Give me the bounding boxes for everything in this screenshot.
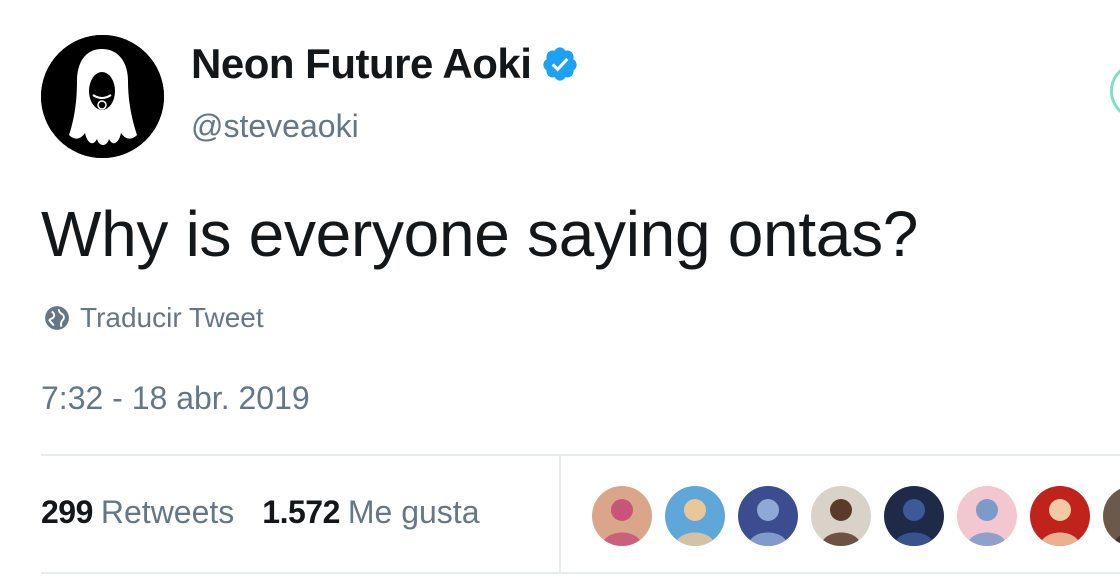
- translate-tweet-link[interactable]: Traducir Tweet: [44, 302, 264, 334]
- verified-badge-icon: [543, 47, 578, 81]
- avatar-photo-icon: [738, 486, 798, 546]
- globe-icon: [45, 306, 69, 330]
- tweet-card: Neon Future Aoki @steveaoki Why is every…: [0, 0, 1120, 581]
- likes-count: 1.572: [262, 494, 340, 530]
- follow-button[interactable]: [1110, 62, 1120, 120]
- user-handle[interactable]: @steveaoki: [191, 108, 359, 145]
- liker-avatar[interactable]: [882, 484, 946, 548]
- liker-avatar[interactable]: [736, 484, 800, 548]
- liker-avatar[interactable]: [809, 484, 873, 548]
- liker-avatar[interactable]: [590, 484, 654, 548]
- name-row: Neon Future Aoki: [191, 40, 579, 88]
- divider-bottom: [41, 572, 1120, 574]
- retweets-stat[interactable]: 299 Retweets: [41, 494, 234, 531]
- avatar-photo-icon: [884, 486, 944, 546]
- likes-stat[interactable]: 1.572 Me gusta: [262, 494, 479, 531]
- tweet-timestamp[interactable]: 7:32 - 18 abr. 2019: [41, 380, 310, 417]
- silhouette-long-hair-icon: [41, 35, 164, 158]
- tweet-stats: 299 Retweets 1.572 Me gusta: [41, 494, 507, 531]
- divider-vertical: [559, 456, 561, 572]
- translate-label: Traducir Tweet: [80, 302, 264, 333]
- liker-avatar[interactable]: [1101, 484, 1120, 548]
- liker-avatar[interactable]: [663, 484, 727, 548]
- likes-label: Me gusta: [347, 494, 480, 530]
- retweets-label: Retweets: [100, 494, 235, 530]
- avatar-photo-icon: [1103, 486, 1120, 546]
- tweet-text: Why is everyone saying ontas?: [41, 198, 919, 270]
- avatar-photo-icon: [811, 486, 871, 546]
- avatar-photo-icon: [957, 486, 1017, 546]
- avatar-photo-icon: [665, 486, 725, 546]
- avatar-photo-icon: [1030, 486, 1090, 546]
- liker-avatar[interactable]: [1028, 484, 1092, 548]
- divider-top: [41, 454, 1120, 456]
- user-avatar[interactable]: [41, 35, 164, 158]
- avatar-photo-icon: [592, 486, 652, 546]
- liker-avatar[interactable]: [955, 484, 1019, 548]
- retweets-count: 299: [41, 494, 93, 530]
- display-name[interactable]: Neon Future Aoki: [191, 40, 532, 88]
